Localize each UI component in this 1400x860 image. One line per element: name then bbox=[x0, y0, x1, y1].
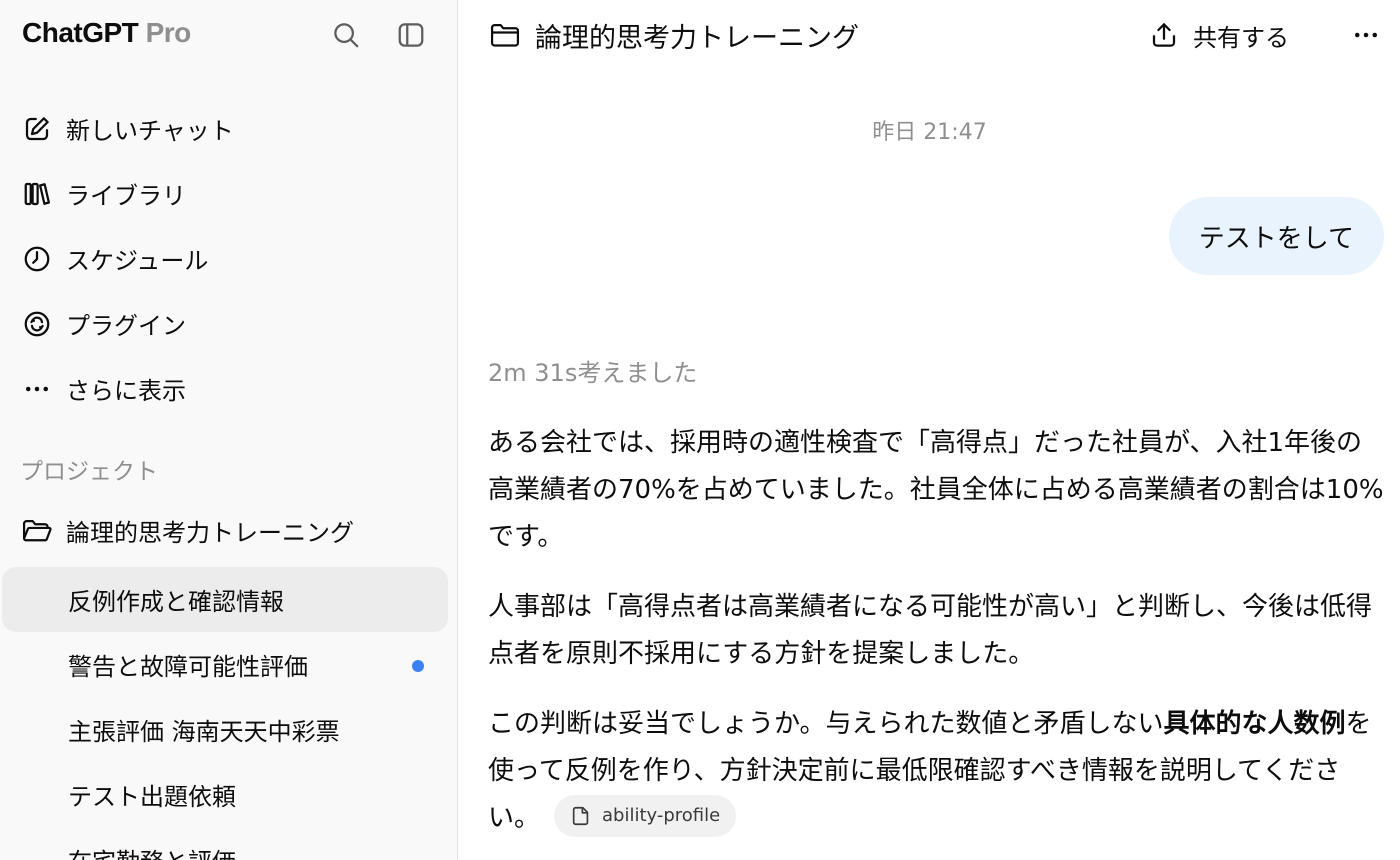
brand-plan: Pro bbox=[145, 17, 192, 48]
answer-text: この判断は妥当でしょうか。与えられた数値と矛盾しない bbox=[488, 709, 1164, 739]
chat-item[interactable]: テスト出題依頼 bbox=[2, 762, 448, 827]
chat-item-active[interactable]: 反例作成と確認情報 bbox=[2, 567, 448, 632]
chat-item-label: 在宅勤務と評価 bbox=[68, 842, 236, 860]
user-message-bubble: テストをして bbox=[1168, 197, 1384, 275]
chat-item[interactable]: 警告と故障可能性評価 bbox=[2, 632, 448, 697]
clock-icon bbox=[20, 242, 54, 276]
more-options-button[interactable] bbox=[1349, 18, 1383, 52]
conversation-title[interactable]: 論理的思考力トレーニング bbox=[535, 16, 859, 55]
chat-item-label: 主張評価 海南天天中彩票 bbox=[68, 718, 340, 746]
chat-item-label: 反例作成と確認情報 bbox=[68, 588, 284, 616]
sidebar-item-label: さらに表示 bbox=[66, 377, 186, 405]
plugin-icon bbox=[20, 307, 54, 341]
user-message-text: テストをして bbox=[1198, 223, 1354, 254]
brand-logo[interactable]: ChatGPT Pro bbox=[22, 17, 191, 49]
conversation-header: 論理的思考力トレーニング 共有する bbox=[459, 0, 1400, 70]
search-button[interactable] bbox=[329, 18, 363, 52]
sidebar-item-label: プラグイン bbox=[66, 312, 186, 340]
sidebar-item-new-chat[interactable]: 新しいチャット bbox=[0, 96, 457, 161]
sidebar-item-library[interactable]: ライブラリ bbox=[0, 161, 457, 226]
unread-indicator bbox=[412, 660, 424, 672]
answer-bold-text: 具体的な人数例 bbox=[1163, 709, 1346, 739]
chat-item[interactable]: 主張評価 海南天天中彩票 bbox=[2, 697, 448, 762]
answer-paragraph: 人事部は「高得点者は高業績者になる可能性が高い」と判断し、今後は低得点者を原則不… bbox=[488, 592, 1373, 669]
answer-paragraph: この判断は妥当でしょうか。与えられた数値と矛盾しない具体的な人数例を使って反例を… bbox=[488, 701, 1388, 842]
search-icon bbox=[334, 23, 359, 48]
projects-section-label: プロジェクト bbox=[20, 459, 158, 485]
sidebar: ChatGPT Pro 新しいチャット ライブラリ スケジュール プラグイン さ… bbox=[0, 0, 458, 860]
attachment-chip[interactable]: ability-profile bbox=[554, 794, 737, 837]
sidebar-item-show-more[interactable]: さらに表示 bbox=[0, 356, 457, 421]
more-horizontal-icon bbox=[1355, 32, 1377, 38]
library-icon bbox=[20, 177, 54, 211]
sidebar-item-label: スケジュール bbox=[66, 247, 209, 275]
sidebar-item-label: ライブラリ bbox=[66, 182, 186, 210]
brand-name: ChatGPT bbox=[22, 17, 139, 48]
file-icon bbox=[572, 806, 589, 825]
sidebar-toggle-button[interactable] bbox=[394, 18, 428, 52]
project-label: 論理的思考力トレーニング bbox=[66, 519, 354, 547]
edit-icon bbox=[20, 112, 54, 146]
folder-icon bbox=[490, 24, 520, 47]
chat-list: 反例作成と確認情報 警告と故障可能性評価 主張評価 海南天天中彩票 テスト出題依… bbox=[0, 567, 457, 860]
sidebar-toggle-icon bbox=[398, 23, 424, 47]
sidebar-nav: 新しいチャット ライブラリ スケジュール プラグイン さらに表示 bbox=[0, 96, 457, 421]
assistant-message: ある会社では、採用時の適性検査で「高得点」だった社員が、入社1年後の高業績者の7… bbox=[488, 420, 1388, 860]
sidebar-item-plugins[interactable]: プラグイン bbox=[0, 291, 457, 356]
folder-open-icon bbox=[20, 514, 54, 548]
thought-duration-toggle[interactable]: 2m 31s考えました bbox=[488, 353, 697, 388]
share-icon bbox=[1152, 23, 1176, 47]
share-button[interactable]: 共有する bbox=[1149, 14, 1289, 56]
chat-item-label: テスト出題依頼 bbox=[68, 783, 236, 811]
attachment-name: ability-profile bbox=[602, 804, 721, 826]
sidebar-project-item[interactable]: 論理的思考力トレーニング bbox=[0, 498, 457, 563]
sidebar-item-schedule[interactable]: スケジュール bbox=[0, 226, 457, 291]
chat-item-label: 警告と故障可能性評価 bbox=[68, 653, 308, 681]
sidebar-item-label: 新しいチャット bbox=[66, 117, 234, 145]
conversation-area: 昨日 21:47 テストをして 2m 31s考えました ある会社では、採用時の適… bbox=[459, 70, 1400, 860]
more-horizontal-icon bbox=[20, 372, 54, 406]
share-label: 共有する bbox=[1193, 23, 1289, 52]
chat-item[interactable]: 在宅勤務と評価 bbox=[2, 827, 448, 860]
message-timestamp: 昨日 21:47 bbox=[872, 120, 987, 145]
answer-paragraph: ある会社では、採用時の適性検査で「高得点」だった社員が、入社1年後の高業績者の7… bbox=[488, 428, 1384, 552]
